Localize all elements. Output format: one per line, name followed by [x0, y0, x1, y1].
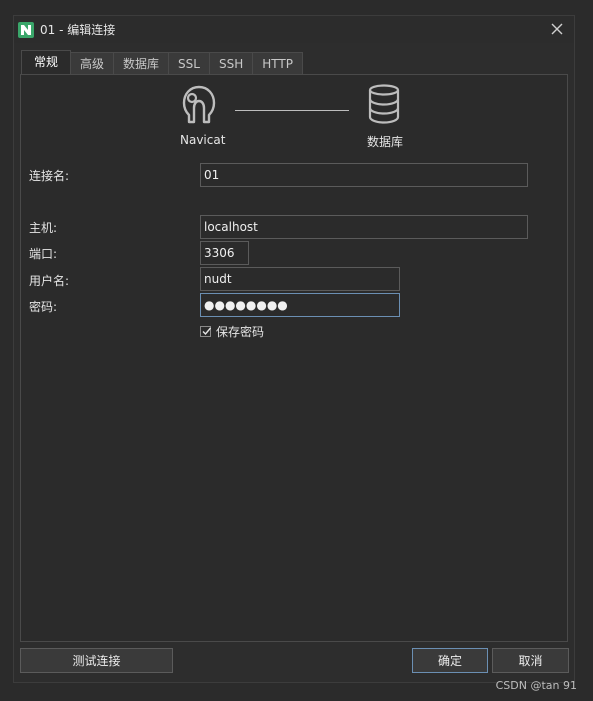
close-button[interactable]: [548, 20, 566, 38]
password-label: 密码:: [29, 300, 58, 314]
tab-http[interactable]: HTTP: [252, 52, 303, 74]
tab-advanced[interactable]: 高级: [70, 52, 115, 74]
save-password-checkbox[interactable]: [200, 326, 212, 337]
navicat-app-icon: [18, 21, 34, 38]
close-icon: [551, 23, 563, 35]
watermark: CSDN @tan 91: [495, 679, 577, 692]
title-bar: 01 - 编辑连接: [14, 16, 574, 43]
tab-general[interactable]: 常规: [21, 50, 72, 74]
host-label: 主机:: [29, 221, 58, 235]
tab-databases[interactable]: 数据库: [113, 52, 170, 74]
checkmark-icon: [202, 327, 212, 336]
database-label: 数据库: [367, 135, 404, 149]
tab-ssh[interactable]: SSH: [208, 52, 254, 74]
test-connection-button[interactable]: 测试连接: [20, 648, 173, 673]
connection-line: [235, 110, 349, 111]
host-input[interactable]: [200, 215, 528, 239]
username-input[interactable]: [200, 267, 400, 291]
password-input[interactable]: [200, 293, 400, 317]
database-icon: [368, 84, 400, 124]
username-label: 用户名:: [29, 274, 70, 288]
port-input[interactable]: [200, 241, 249, 265]
tab-ssl[interactable]: SSL: [168, 52, 210, 74]
connection-name-label: 连接名:: [29, 169, 70, 183]
window-title: 01 - 编辑连接: [40, 23, 116, 37]
save-password-row[interactable]: 保存密码: [200, 323, 264, 340]
connection-name-input[interactable]: [200, 163, 528, 187]
cancel-button[interactable]: 取消: [492, 648, 569, 673]
navicat-label: Navicat: [180, 133, 226, 147]
edit-connection-dialog: 01 - 编辑连接 常规 高级 数据库 SSL SSH HTTP Navicat…: [13, 15, 575, 683]
port-label: 端口:: [29, 247, 58, 261]
ok-button[interactable]: 确定: [412, 648, 488, 673]
general-tab-panel: [20, 74, 568, 642]
navicat-logo-icon: [182, 85, 216, 124]
save-password-label: 保存密码: [216, 325, 265, 339]
tab-bar: 常规 高级 数据库 SSL SSH HTTP: [21, 50, 303, 74]
